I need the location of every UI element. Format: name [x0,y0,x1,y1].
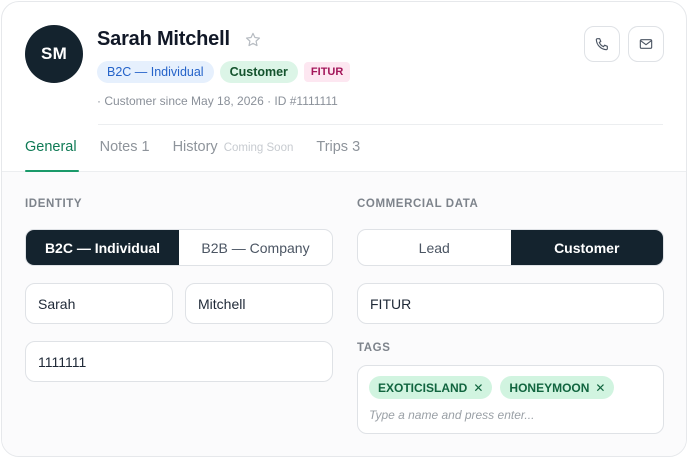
b2b-option[interactable]: B2B — Company [179,230,332,265]
call-button[interactable] [584,26,620,62]
first-name-field[interactable]: Sarah [25,283,173,324]
contact-meta: · Customer since May 18, 2026 · ID #1111… [97,94,338,108]
tags-field: EXOTICISLAND ✕ HONEYMOON ✕ [357,365,664,434]
tag-label: EXOTICISLAND [378,380,468,395]
stage-toggle: Lead Customer [357,229,664,266]
star-icon[interactable] [244,31,262,49]
id-field[interactable]: 1111111 [25,341,333,382]
tag-label: HONEYMOON [509,380,590,395]
customer-option[interactable]: Customer [510,230,663,265]
b2c-option[interactable]: B2C — Individual [26,230,179,265]
coming-soon-label: Coming Soon [223,142,294,154]
avatar: SM [25,25,83,83]
mail-icon [639,39,653,49]
trips-count: 3 [352,139,361,155]
contact-badges: B2C — Individual Customer FITUR [97,61,351,83]
tab-general[interactable]: General [25,139,77,155]
identity-title: IDENTITY [25,198,83,210]
customer-type-toggle: B2C — Individual B2B — Company [25,229,333,266]
lead-option[interactable]: Lead [358,230,511,265]
email-button[interactable] [628,26,664,62]
remove-tag-icon[interactable]: ✕ [473,381,483,395]
tag-list: EXOTICISLAND ✕ HONEYMOON ✕ [369,376,615,399]
tag-chip: HONEYMOON ✕ [500,376,615,399]
tab-history[interactable]: History Coming Soon [173,139,294,155]
contact-card: SM Sarah Mitchell B2C — Individual Custo… [1,1,687,457]
source-badge: FITUR [303,62,351,82]
tab-bar: General Notes 1 History Coming Soon Trips 3 [25,139,383,155]
last-name-field[interactable]: Mitchell [185,283,333,324]
notes-count: 1 [141,139,150,155]
commercial-title: COMMERCIAL DATA [357,198,479,210]
tag-chip: EXOTICISLAND ✕ [369,376,493,399]
tag-input[interactable] [369,408,649,422]
tab-notes[interactable]: Notes 1 [100,139,150,155]
remove-tag-icon[interactable]: ✕ [595,381,605,395]
source-field[interactable]: FITUR [357,283,664,324]
type-badge: B2C — Individual [97,61,214,83]
tab-trips[interactable]: Trips 3 [316,139,360,155]
phone-icon [595,38,608,51]
header-divider [98,124,663,125]
tags-title: TAGS [357,342,391,354]
contact-name: Sarah Mitchell [97,28,230,50]
status-badge: Customer [219,61,298,83]
